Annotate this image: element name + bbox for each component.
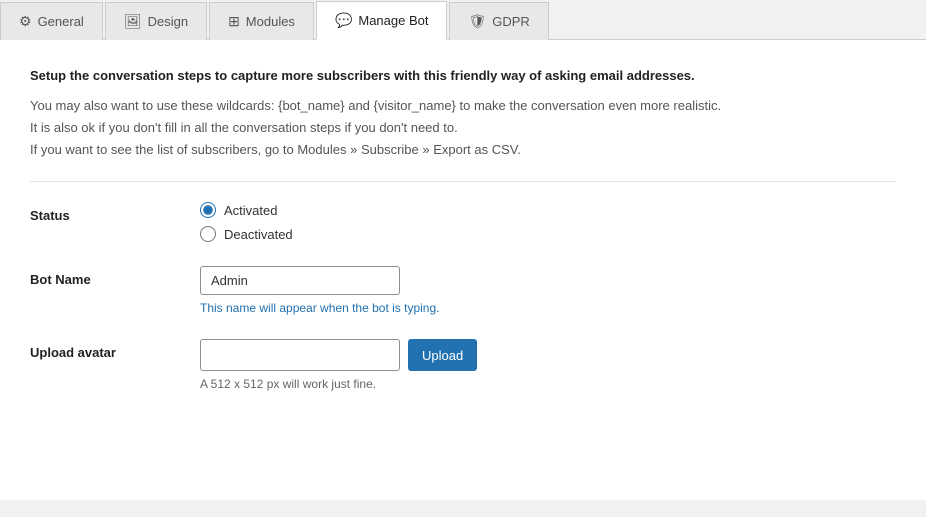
bot-name-hint: This name will appear when the bot is ty…: [200, 301, 896, 315]
upload-button[interactable]: Upload: [408, 339, 477, 371]
radio-deactivated-input[interactable]: [200, 226, 216, 242]
radio-deactivated[interactable]: Deactivated: [200, 226, 896, 242]
info-bold-text: Setup the conversation steps to capture …: [30, 68, 896, 83]
bot-name-row: Bot Name This name will appear when the …: [30, 266, 896, 315]
radio-activated-input[interactable]: [200, 202, 216, 218]
general-icon: ⚙: [19, 13, 32, 30]
tab-manage-bot-label: Manage Bot: [358, 13, 428, 28]
radio-activated[interactable]: Activated: [200, 202, 896, 218]
tab-modules[interactable]: ⊞ Modules: [209, 2, 314, 40]
radio-activated-label: Activated: [224, 203, 277, 218]
upload-avatar-label: Upload avatar: [30, 339, 200, 360]
tab-general-label: General: [38, 14, 84, 29]
status-row: Status Activated Deactivated: [30, 202, 896, 242]
info-line1: You may also want to use these wildcards…: [30, 95, 896, 117]
info-line3: If you want to see the list of subscribe…: [30, 139, 896, 161]
tab-design-label: Design: [148, 14, 188, 29]
bot-name-input[interactable]: [200, 266, 400, 295]
tab-manage-bot[interactable]: 💬 Manage Bot: [316, 1, 448, 40]
modules-icon: ⊞: [228, 13, 240, 30]
tab-design[interactable]: 🖼 Design: [105, 2, 207, 40]
divider: [30, 181, 896, 182]
upload-avatar-row: Upload avatar Upload A 512 x 512 px will…: [30, 339, 896, 391]
manage-bot-icon: 💬: [335, 12, 352, 29]
bot-name-label: Bot Name: [30, 266, 200, 287]
radio-group: Activated Deactivated: [200, 202, 896, 242]
gdpr-icon: 🛡: [468, 13, 486, 30]
upload-row: Upload: [200, 339, 896, 371]
status-control: Activated Deactivated: [200, 202, 896, 242]
tab-general[interactable]: ⚙ General: [0, 2, 103, 40]
tabs-bar: ⚙ General 🖼 Design ⊞ Modules 💬 Manage Bo…: [0, 0, 926, 40]
tab-modules-label: Modules: [246, 14, 295, 29]
design-icon: 🖼: [124, 13, 142, 30]
tab-gdpr[interactable]: 🛡 GDPR: [449, 2, 548, 40]
upload-avatar-hint: A 512 x 512 px will work just fine.: [200, 377, 896, 391]
upload-avatar-control: Upload A 512 x 512 px will work just fin…: [200, 339, 896, 391]
info-line2: It is also ok if you don't fill in all t…: [30, 117, 896, 139]
content-area: Setup the conversation steps to capture …: [0, 40, 926, 500]
info-box: Setup the conversation steps to capture …: [30, 68, 896, 161]
radio-deactivated-label: Deactivated: [224, 227, 293, 242]
bot-name-control: This name will appear when the bot is ty…: [200, 266, 896, 315]
tab-gdpr-label: GDPR: [492, 14, 530, 29]
status-label: Status: [30, 202, 200, 223]
upload-path-input[interactable]: [200, 339, 400, 371]
